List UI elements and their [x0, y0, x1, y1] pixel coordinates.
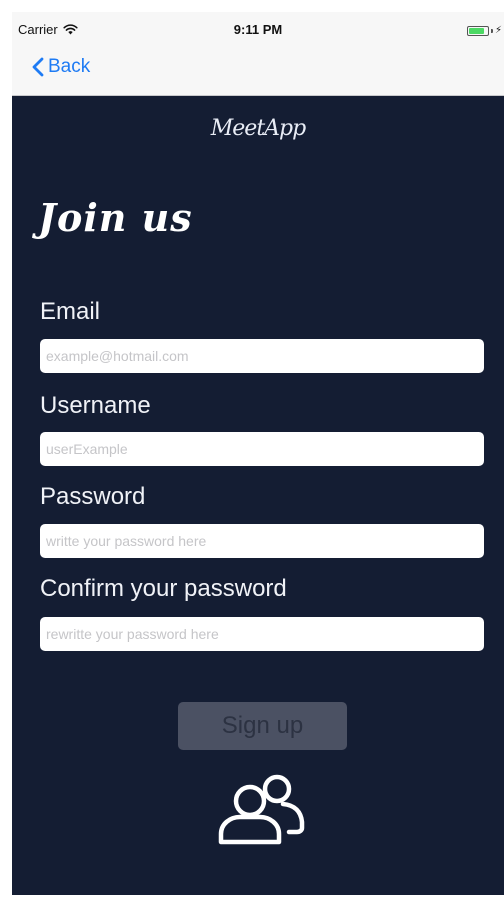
password-label: Password	[40, 483, 146, 510]
navigation-bar: Carrier 9:11 PM ⚡ Back	[12, 12, 504, 96]
chevron-left-icon	[32, 57, 44, 77]
username-field[interactable]	[40, 432, 484, 466]
email-field[interactable]	[40, 339, 484, 373]
battery-icon	[466, 26, 489, 36]
confirm-password-field[interactable]	[40, 617, 484, 651]
sign-up-button[interactable]: Sign up	[178, 702, 347, 750]
back-label: Back	[48, 56, 91, 77]
battery-indicator: ⚡	[466, 25, 502, 36]
username-label: Username	[40, 392, 151, 419]
status-bar: Carrier 9:11 PM ⚡	[12, 12, 504, 40]
charging-bolt-icon: ⚡	[494, 25, 502, 36]
page-title: Join us	[38, 195, 193, 240]
battery-level	[468, 28, 485, 34]
email-label: Email	[40, 298, 101, 325]
password-field[interactable]	[40, 524, 484, 558]
app-logo: MeetApp	[210, 116, 306, 141]
users-icon	[218, 774, 305, 845]
back-button[interactable]: Back	[32, 56, 90, 78]
phone-screen: Carrier 9:11 PM ⚡ Back MeetApp Join us E…	[12, 12, 504, 895]
status-time: 9:11 PM	[233, 22, 283, 37]
battery-tip	[490, 29, 493, 33]
confirm-password-label: Confirm your password	[40, 575, 287, 602]
